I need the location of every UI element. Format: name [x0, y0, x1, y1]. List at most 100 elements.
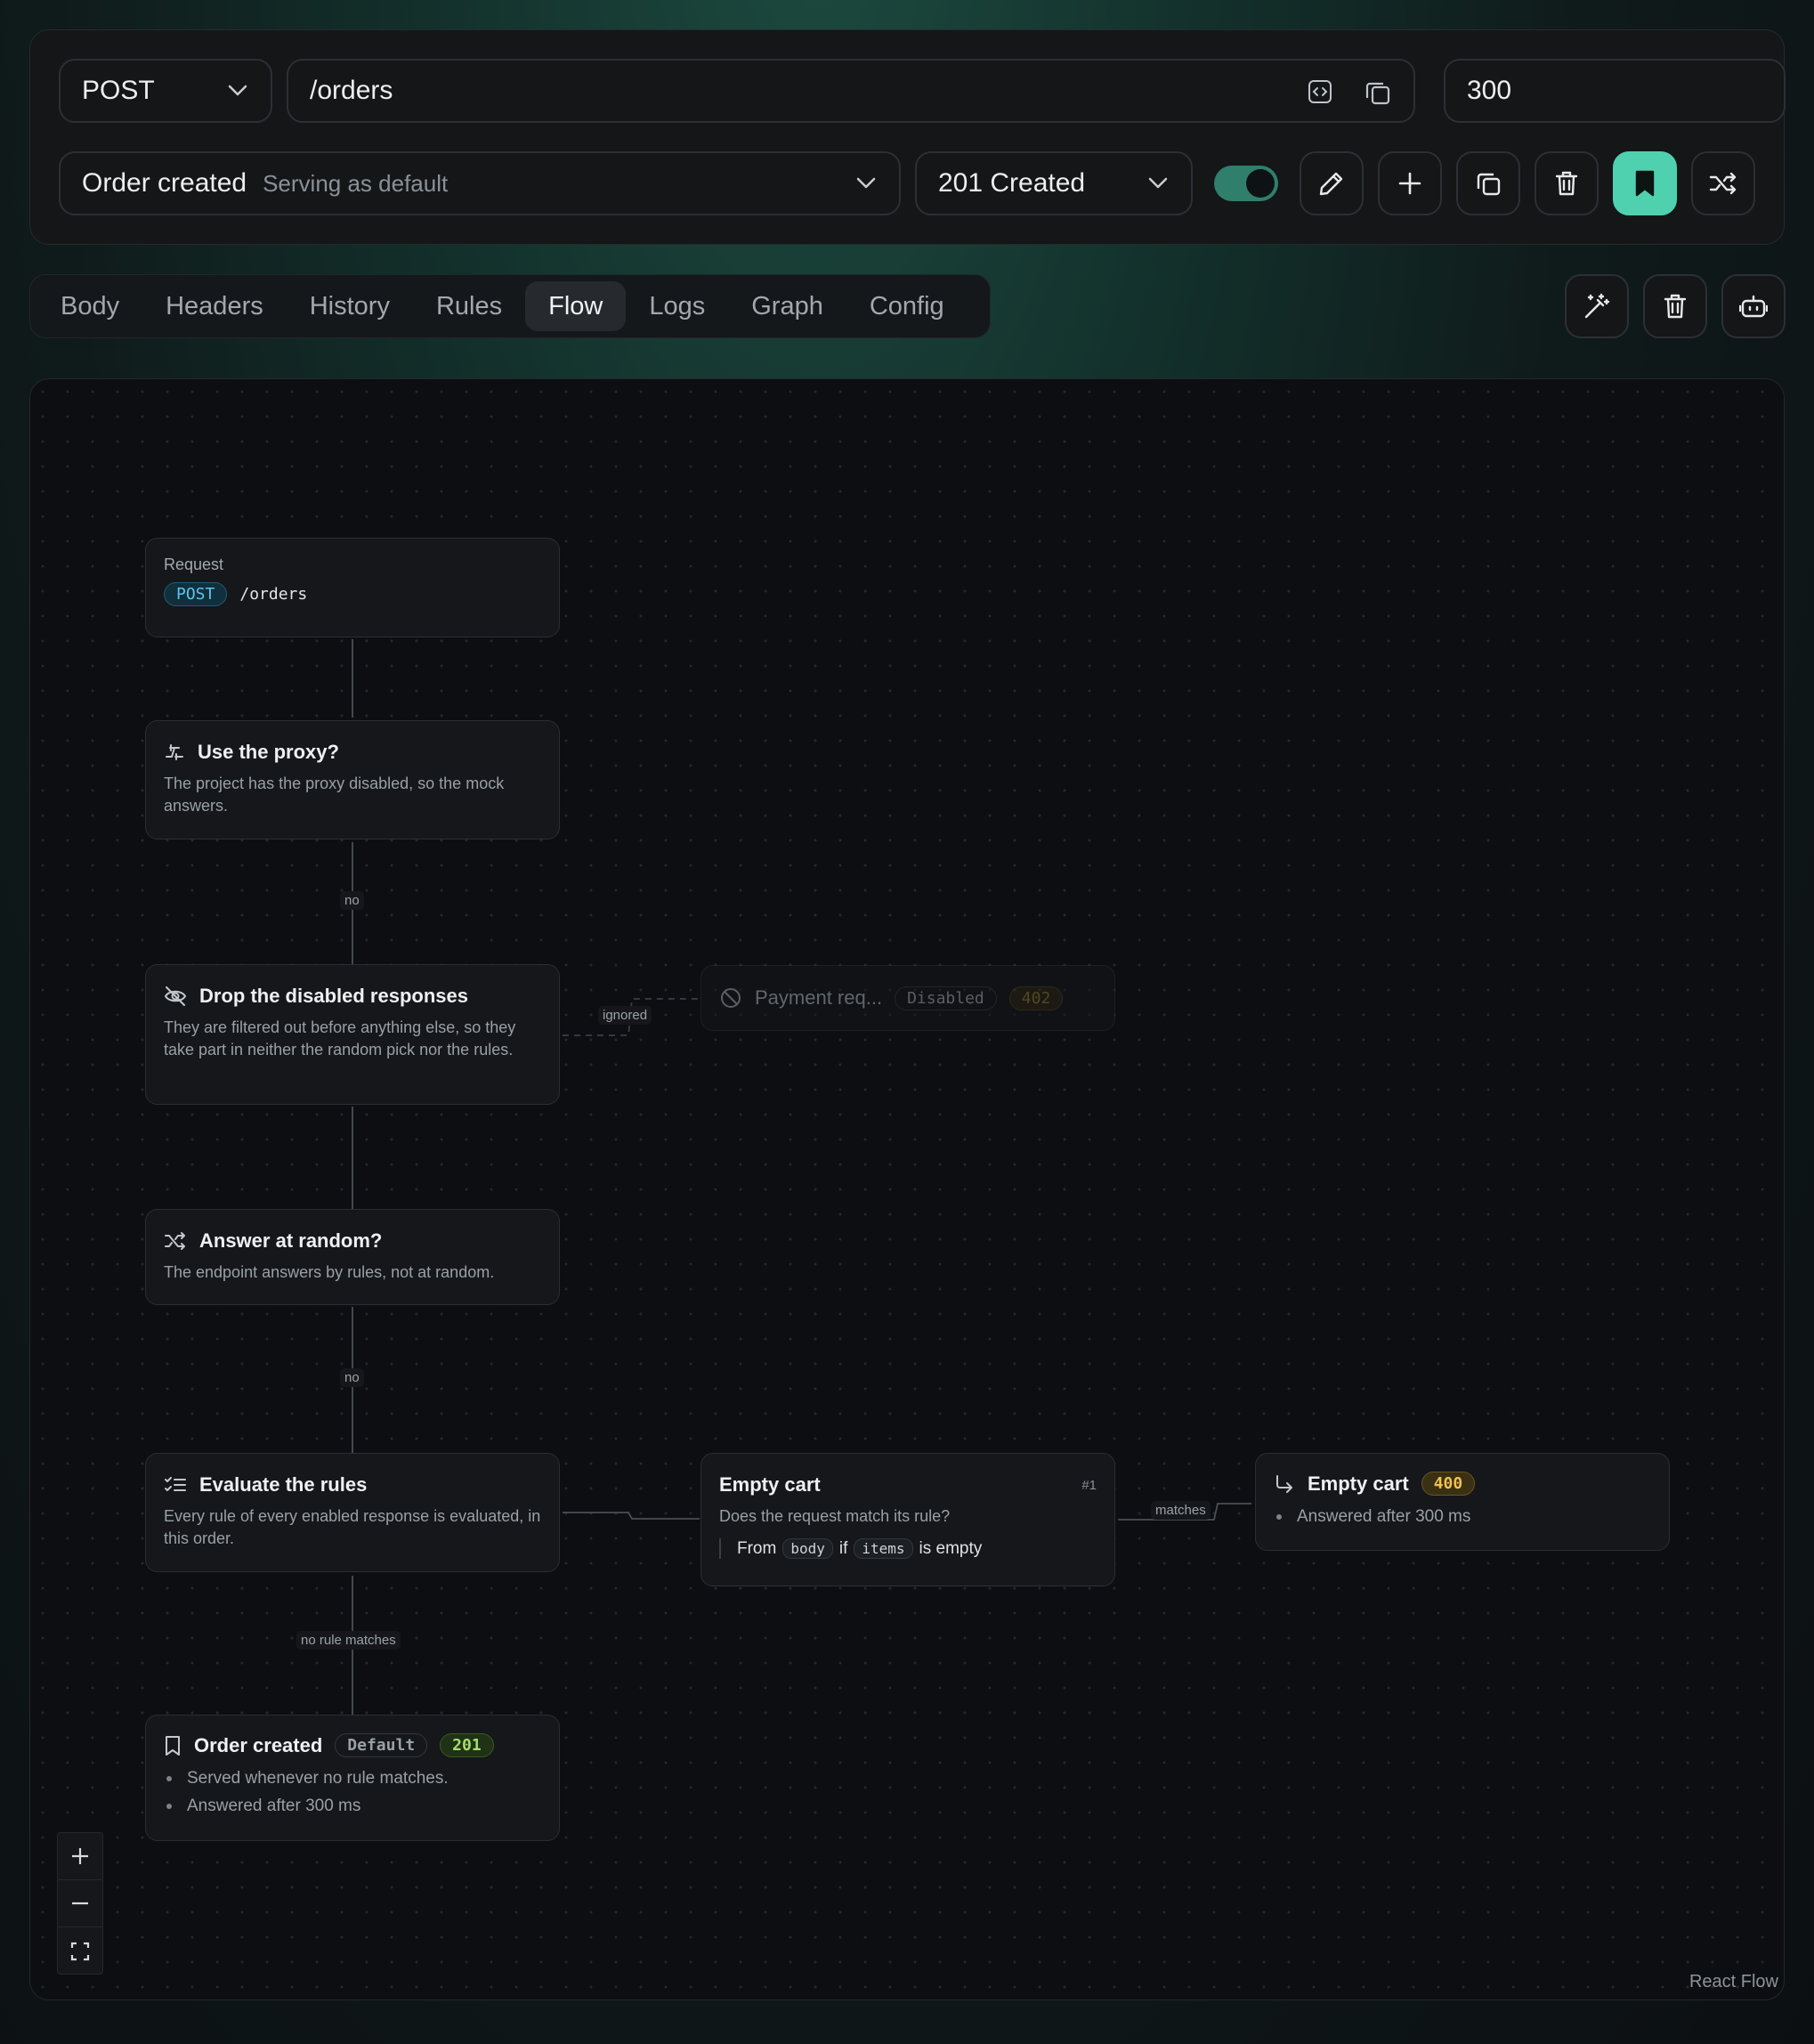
edge-label: matches	[1151, 1501, 1211, 1520]
random-title: Answer at random?	[199, 1229, 383, 1252]
drop-description: They are filtered out before anything el…	[164, 1018, 516, 1058]
eye-off-icon	[164, 986, 187, 1006]
set-default-button[interactable]	[1613, 151, 1677, 215]
corner-down-right-icon	[1276, 1474, 1292, 1493]
copy-icon	[1477, 173, 1501, 196]
endpoint-editor-card: POST /orders 300 Order created Serving a…	[29, 29, 1786, 245]
fit-view-button[interactable]	[58, 1927, 102, 1975]
plus-icon	[1398, 172, 1421, 195]
request-path: /orders	[239, 585, 308, 604]
delay-value: 300	[1467, 76, 1512, 105]
response-select[interactable]: Order created Serving as default	[59, 151, 901, 215]
tab-rules[interactable]: Rules	[413, 281, 525, 331]
tab-body[interactable]: Body	[37, 281, 142, 331]
edge-label: ignored	[598, 1006, 652, 1025]
drop-disabled-node[interactable]: Drop the disabled responses They are fil…	[145, 964, 560, 1105]
rule-if-word: if	[838, 1538, 848, 1558]
chevron-down-icon	[856, 177, 876, 189]
tab-config[interactable]: Config	[846, 281, 968, 331]
rules-title: Evaluate the rules	[199, 1473, 368, 1496]
rule-source: body	[782, 1538, 833, 1559]
flow-canvas[interactable]: Request POST /orders Use the proxy? The …	[29, 378, 1785, 2000]
magic-button[interactable]	[1565, 274, 1629, 338]
rules-description: Every rule of every enabled response is …	[164, 1507, 541, 1547]
random-node[interactable]: Answer at random? The endpoint answers b…	[145, 1209, 560, 1305]
proxy-title: Use the proxy?	[198, 741, 339, 763]
edge-label: no rule matches	[296, 1631, 401, 1650]
rules-node[interactable]: Evaluate the rules Every rule of every e…	[145, 1453, 560, 1572]
ban-icon	[721, 988, 741, 1008]
request-label: Request	[164, 556, 224, 573]
plus-icon	[72, 1848, 88, 1864]
tab-history[interactable]: History	[287, 281, 413, 331]
react-flow-attribution[interactable]: React Flow	[1689, 1972, 1778, 1992]
proxy-node[interactable]: Use the proxy? The project has the proxy…	[145, 720, 560, 840]
duplicate-button[interactable]	[1456, 151, 1520, 215]
toggle-knob	[1246, 169, 1275, 198]
tab-flow[interactable]: Flow	[525, 281, 627, 331]
default-detail: Served whenever no rule matches.	[164, 1764, 541, 1792]
status-code-badge: 400	[1421, 1472, 1476, 1496]
zoom-out-button[interactable]	[58, 1880, 102, 1927]
delete-response-button[interactable]	[1535, 151, 1599, 215]
bookmark-icon	[166, 1735, 180, 1756]
default-detail: Answered after 300 ms	[164, 1792, 541, 1820]
status-select[interactable]: 201 Created	[915, 151, 1193, 215]
robot-icon	[1739, 295, 1768, 318]
shuffle-icon	[165, 1232, 185, 1250]
zoom-controls	[57, 1832, 103, 1975]
rule-index: #1	[1081, 1477, 1097, 1493]
checklist-icon	[165, 1477, 186, 1491]
status-code-badge: 402	[1008, 986, 1064, 1010]
method-select[interactable]: POST	[59, 59, 272, 123]
rule-condition: From body if items is empty	[719, 1538, 1097, 1559]
match-detail: Answered after 300 ms	[1274, 1503, 1651, 1530]
drop-title: Drop the disabled responses	[199, 985, 468, 1007]
response-subtitle: Serving as default	[263, 169, 449, 197]
method-value: POST	[82, 76, 155, 105]
rule-node[interactable]: Empty cart #1 Does the request match its…	[700, 1453, 1115, 1586]
pencil-icon	[1319, 172, 1343, 196]
tab-logs[interactable]: Logs	[626, 281, 728, 331]
rule-title: Empty cart	[719, 1473, 821, 1496]
response-enabled-toggle[interactable]	[1214, 166, 1278, 201]
proxy-icon	[166, 744, 183, 760]
status-value: 201 Created	[938, 168, 1086, 198]
random-button[interactable]	[1691, 151, 1755, 215]
default-title: Order created	[194, 1733, 323, 1756]
path-value: /orders	[310, 76, 393, 105]
chevron-down-icon	[228, 85, 247, 96]
proxy-description: The project has the proxy disabled, so t…	[164, 775, 505, 815]
random-description: The endpoint answers by rules, not at ra…	[164, 1263, 495, 1281]
edge-rules-rule	[563, 1512, 700, 1520]
match-response-node[interactable]: Empty cart 400 Answered after 300 ms	[1255, 1453, 1670, 1551]
method-badge: POST	[164, 582, 228, 606]
disabled-response-name: Payment req...	[755, 986, 883, 1009]
edge-label: no	[340, 891, 364, 910]
edit-button[interactable]	[1300, 151, 1364, 215]
default-tag: Default	[335, 1733, 428, 1757]
trash-icon	[1555, 171, 1578, 196]
add-response-button[interactable]	[1378, 151, 1442, 215]
magic-wand-icon	[1584, 293, 1610, 319]
clear-button[interactable]	[1643, 274, 1707, 338]
copy-path-icon[interactable]	[1364, 78, 1392, 114]
request-node[interactable]: Request POST /orders	[145, 538, 560, 637]
default-response-node[interactable]: Order created Default 201 Served wheneve…	[145, 1715, 560, 1841]
edge-label: no	[340, 1368, 364, 1387]
zoom-in-button[interactable]	[58, 1833, 102, 1880]
bookmark-icon	[1635, 170, 1655, 197]
minus-icon	[72, 1902, 88, 1905]
tab-graph[interactable]: Graph	[728, 281, 846, 331]
delay-input[interactable]: 300	[1444, 59, 1786, 123]
tab-headers[interactable]: Headers	[142, 281, 287, 331]
status-code-badge: 201	[440, 1733, 494, 1757]
ai-button[interactable]	[1721, 274, 1786, 338]
code-view-icon[interactable]	[1307, 78, 1333, 112]
path-input[interactable]: /orders	[287, 59, 1415, 123]
disabled-response-node[interactable]: Payment req... Disabled 402	[700, 965, 1115, 1031]
disabled-tag: Disabled	[895, 986, 997, 1010]
rule-question: Does the request match its rule?	[719, 1507, 951, 1525]
rule-field: items	[854, 1538, 913, 1559]
response-name: Order created	[82, 168, 247, 198]
